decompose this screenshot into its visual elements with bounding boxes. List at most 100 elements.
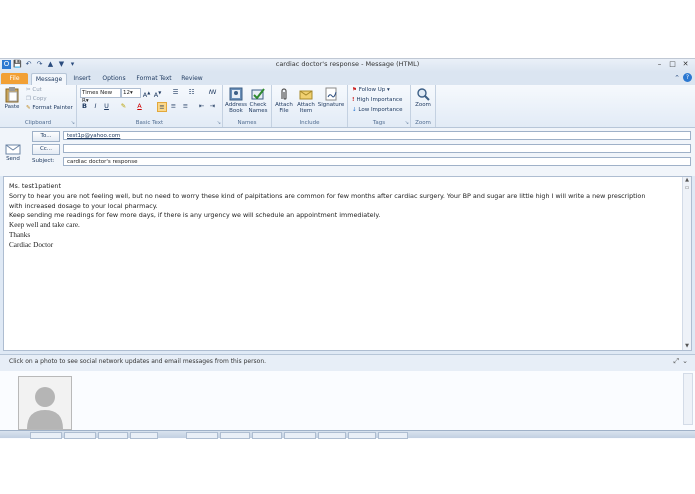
tab-insert[interactable]: Insert [69,73,95,84]
body-line-6: Cardiac Doctor [9,240,54,249]
highlight-icon[interactable]: ✎ [119,102,128,111]
align-right-icon[interactable]: ≡ [181,102,190,111]
low-importance-button[interactable]: ↓ Low Importance [352,106,402,114]
signature-button[interactable]: Signature [317,87,345,108]
decrease-indent-icon[interactable]: ⇤ [197,102,206,111]
include-group-label: Include [299,120,320,126]
bold-button[interactable]: B [80,102,89,111]
send-label: Send [6,156,20,162]
taskbar-item[interactable] [98,432,128,439]
basic-text-launcher-icon[interactable]: ↘ [217,120,221,126]
zoom-button[interactable]: Zoom [412,87,434,108]
underline-button[interactable]: U [102,102,111,111]
body-line-5: Thanks [9,230,31,239]
message-body[interactable]: Ms. test1patient Sorry to hear you are n… [3,176,692,351]
taskbar-item[interactable] [284,432,316,439]
taskbar-item[interactable] [348,432,376,439]
attach-item-button[interactable]: Attach Item [295,87,317,114]
body-scrollbar[interactable]: ▲ ▭ ▼ [682,177,691,350]
attach-file-button[interactable]: Attach File [273,87,295,114]
high-importance-button[interactable]: ! High Importance [352,96,402,104]
message-body-text[interactable]: Ms. test1patient Sorry to hear you are n… [9,182,679,251]
scroll-thumb[interactable]: ▭ [683,185,691,192]
clipboard-launcher-icon[interactable]: ↘ [71,120,75,126]
copy-button[interactable]: ❐ Copy [26,95,47,103]
shrink-font-icon[interactable]: A▼ [153,88,162,99]
format-painter-button[interactable]: ✎ Format Painter [26,104,73,112]
avatar[interactable] [18,376,72,430]
taskbar-item[interactable] [30,432,62,439]
tab-review[interactable]: Review [178,73,206,84]
message-headers: Send To... test1p@yahoo.com Cc... Subjec… [0,128,695,176]
taskbar-item[interactable] [318,432,346,439]
expand-pane-icon[interactable]: ⤢ [674,357,683,365]
subject-field[interactable]: cardiac doctor's response [63,157,691,166]
tab-file[interactable]: File [1,73,28,84]
body-greeting: Ms. test1patient [9,182,61,190]
flag-icon: ⚑ [352,87,359,93]
people-pane-bar: Click on a photo to see social network u… [0,354,695,372]
bullets-icon[interactable]: ☰ [171,88,180,97]
high-importance-label: High Importance [356,97,403,103]
align-center-icon[interactable]: ≡ [169,102,178,111]
help-icon[interactable]: ? [683,73,692,82]
outlook-message-window: O 💾 ↶ ↷ ▲ ▼ ▾ cardiac doctor's response … [0,58,695,439]
maximize-icon[interactable]: □ [667,60,678,69]
font-name-select[interactable]: Times New R▾ [80,88,121,104]
taskbar-item[interactable] [130,432,158,439]
clipboard-group-label: Clipboard [24,120,52,126]
to-button[interactable]: To... [32,131,60,142]
scroll-up-icon[interactable]: ▲ [683,177,691,184]
ribbon-tabs: File Message Insert Options Format Text … [0,72,695,85]
cc-field[interactable] [63,144,691,153]
zoom-label: Zoom [415,102,431,108]
align-left-icon[interactable]: ≡ [157,102,167,112]
tab-message[interactable]: Message [31,73,67,85]
taskbar [0,430,695,439]
minimize-ribbon-icon[interactable]: ⌃ [674,73,680,83]
follow-up-button[interactable]: ⚑ Follow Up ▾ [352,86,390,94]
tab-format-text[interactable]: Format Text [134,73,174,84]
follow-up-label: Follow Up [358,87,386,93]
cc-button[interactable]: Cc... [32,144,60,155]
ribbon: Paste ✂ Cut ❐ Copy ✎ Format Painter Clip… [0,85,695,128]
taskbar-item[interactable] [64,432,96,439]
send-icon [5,144,21,155]
taskbar-item[interactable] [220,432,250,439]
to-recipient[interactable]: test1p@yahoo.com [67,133,120,139]
people-pane-scrollbar[interactable] [683,373,693,425]
cut-button[interactable]: ✂ Cut [26,86,42,94]
paste-icon [5,87,19,103]
grow-font-icon[interactable]: A▲ [142,88,151,99]
font-color-icon[interactable]: A [135,102,144,111]
numbering-icon[interactable]: ☷ [187,88,196,97]
attach-item-icon [299,90,313,100]
collapse-pane-icon[interactable]: ⌄ [682,357,691,365]
cut-label: Cut [32,87,42,93]
tab-options[interactable]: Options [99,73,129,84]
font-size-select[interactable]: 12▾ [121,88,141,98]
address-book-button[interactable]: Address Book [225,87,247,114]
check-names-button[interactable]: Check Names [247,87,269,114]
person-silhouette-icon [27,387,63,429]
people-pane-message: Click on a photo to see social network u… [9,358,267,365]
taskbar-item[interactable] [186,432,218,439]
paste-button[interactable]: Paste [2,87,22,110]
clipboard-group: Paste ✂ Cut ❐ Copy ✎ Format Painter Clip… [0,85,77,127]
to-field[interactable]: test1p@yahoo.com [63,131,691,140]
clear-formatting-icon[interactable]: ꟿ [208,88,217,97]
format-painter-label: Format Painter [32,105,73,111]
check-names-icon [251,88,265,100]
italic-button[interactable]: I [91,102,100,111]
taskbar-item[interactable] [252,432,282,439]
minimize-icon[interactable]: – [654,60,665,69]
send-button[interactable]: Send [3,142,23,168]
copy-label: Copy [32,96,47,102]
scroll-down-icon[interactable]: ▼ [683,343,691,350]
increase-indent-icon[interactable]: ⇥ [208,102,217,111]
close-icon[interactable]: ✕ [680,60,691,69]
attach-item-label-2: Item [299,108,313,114]
check-names-label-2: Names [248,108,268,114]
tags-launcher-icon[interactable]: ↘ [405,120,409,126]
taskbar-item[interactable] [378,432,408,439]
